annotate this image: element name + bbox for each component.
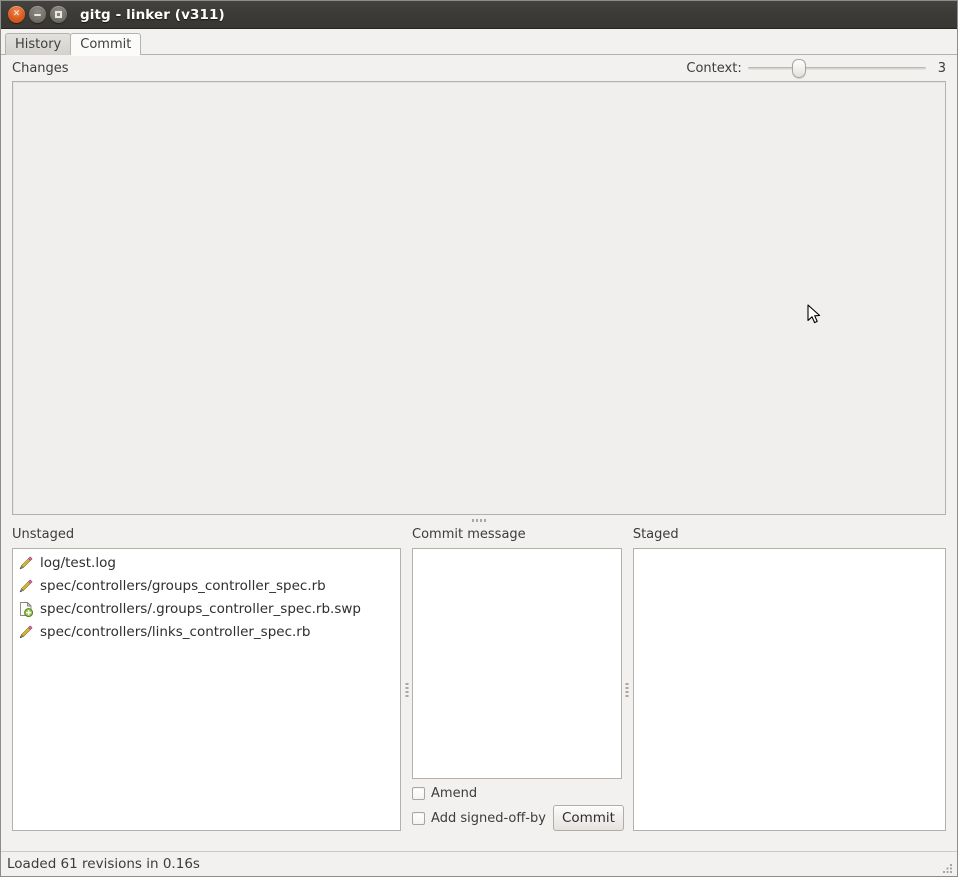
window-titlebar: ✕ gitg - linker (v311) [1, 1, 957, 29]
vertical-splitter-right[interactable] [622, 548, 633, 831]
list-item[interactable]: spec/controllers/groups_controller_spec.… [13, 574, 400, 597]
horizontal-splitter[interactable] [12, 515, 946, 526]
status-text: Loaded 61 revisions in 0.16s [7, 856, 200, 872]
changes-header: Changes Context: 3 [1, 55, 957, 81]
context-slider[interactable] [747, 58, 926, 78]
signed-off-checkbox[interactable] [412, 811, 426, 825]
gitg-window: ✕ gitg - linker (v311) History Commit Ch… [0, 0, 958, 877]
diff-view[interactable] [12, 81, 946, 515]
amend-row[interactable]: Amend [412, 783, 622, 804]
maximize-button[interactable] [50, 6, 67, 23]
pane-commit-message: Commit message Amend Add signed-off-by C… [412, 526, 624, 831]
signed-off-row: Add signed-off-by Commit [412, 805, 624, 831]
bottom-panes: Unstaged log/test.log spec/controllers/g… [12, 526, 946, 831]
commit-view: Changes Context: 3 Unstaged log/test.log… [1, 55, 957, 831]
unstaged-file-list[interactable]: log/test.log spec/controllers/groups_con… [12, 548, 402, 831]
slider-thumb[interactable] [791, 59, 806, 78]
staged-file-list[interactable] [632, 548, 946, 831]
tab-bar: History Commit [1, 29, 957, 56]
splitter-grip-icon [625, 682, 629, 697]
list-item[interactable]: spec/controllers/links_controller_spec.r… [13, 620, 400, 643]
file-path: spec/controllers/groups_controller_spec.… [40, 577, 326, 594]
window-title: gitg - linker (v311) [80, 6, 225, 23]
tab-commit[interactable]: Commit [70, 33, 142, 56]
status-bar: Loaded 61 revisions in 0.16s [1, 851, 957, 876]
list-item[interactable]: spec/controllers/.groups_controller_spec… [13, 597, 400, 620]
maximize-icon [50, 6, 67, 23]
changes-label: Changes [12, 60, 69, 76]
signed-off-label: Add signed-off-by [431, 810, 546, 826]
new-file-icon [20, 601, 34, 617]
pencil-icon [19, 579, 33, 592]
file-path: log/test.log [40, 554, 116, 571]
amend-checkbox[interactable] [412, 787, 426, 800]
slider-track [747, 67, 926, 70]
commit-controls: Amend Add signed-off-by Commit [412, 782, 624, 831]
pencil-icon [19, 556, 33, 569]
pencil-icon [19, 625, 33, 638]
commit-message-title: Commit message [412, 527, 526, 542]
file-path: spec/controllers/links_controller_spec.r… [40, 623, 311, 640]
pane-staged: Staged [632, 526, 946, 831]
splitter-grip-icon [405, 682, 409, 697]
commit-message-input[interactable] [412, 548, 622, 779]
file-path: spec/controllers/.groups_controller_spec… [40, 600, 361, 617]
list-item[interactable]: log/test.log [13, 551, 400, 574]
minimize-icon [29, 6, 46, 23]
staged-title: Staged [632, 527, 679, 542]
pane-unstaged: Unstaged log/test.log spec/controllers/g… [12, 526, 402, 831]
commit-button[interactable]: Commit [552, 805, 624, 831]
context-label: Context: [686, 60, 742, 76]
vertical-splitter-left[interactable] [401, 548, 412, 831]
unstaged-title: Unstaged [12, 527, 75, 542]
splitter-grip-icon [472, 519, 486, 522]
amend-label: Amend [431, 786, 478, 801]
close-icon: ✕ [12, 9, 21, 19]
context-value: 3 [937, 60, 946, 76]
resize-grip-icon[interactable] [941, 861, 954, 874]
tab-history[interactable]: History [5, 33, 72, 55]
context-control: Context: 3 [686, 58, 946, 78]
minimize-button[interactable] [29, 6, 46, 23]
close-button[interactable]: ✕ [8, 6, 25, 23]
